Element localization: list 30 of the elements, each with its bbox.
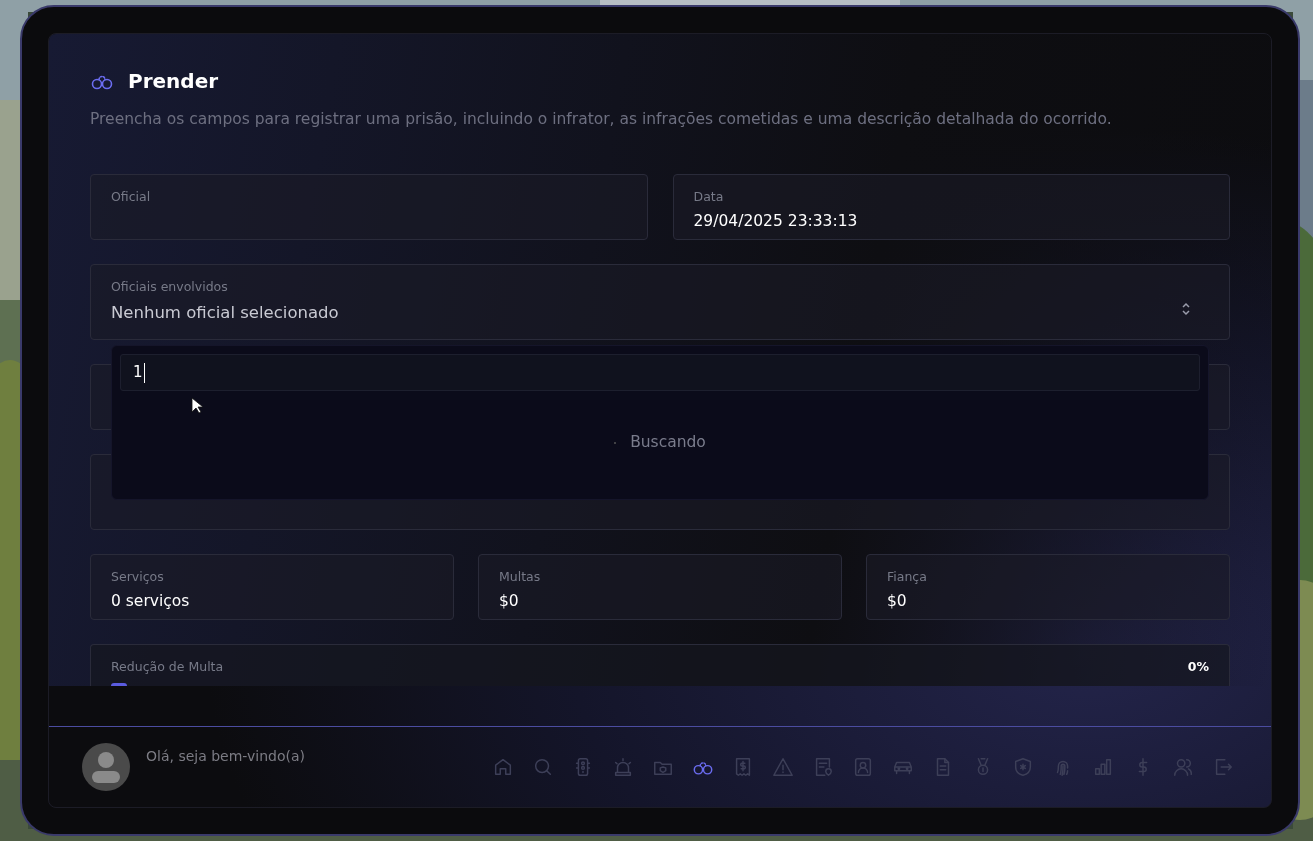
field-value: $0 — [499, 591, 520, 612]
field-label: Redução de Multa — [111, 658, 224, 677]
search-field[interactable]: 1 — [120, 354, 1200, 391]
input-field[interactable]: Multas $0 — [478, 554, 842, 621]
select-field[interactable]: Oficiais envolvidos Nenhum oficial selecionado — [90, 264, 1230, 341]
field-label: Serviços — [111, 568, 165, 587]
field-label: Fiança — [887, 568, 928, 587]
input-field[interactable]: Serviços 0 serviços — [90, 554, 454, 621]
input-field[interactable]: Fiança $0 — [866, 554, 1230, 621]
input-field[interactable]: Data 29/04/2025 23:33:13 — [672, 174, 1230, 241]
page-title: Prender — [128, 68, 219, 95]
field-value: $0 — [887, 591, 908, 612]
avatar-icon — [82, 743, 130, 792]
page-description: Preencha os campos para registrar uma prisão, incluindo o infrator, as infrações cometidas e uma descrição detalhada do ocorrido. — [90, 109, 1113, 130]
text-cursor — [143, 362, 145, 383]
greeting-text: Olá, seja bem-vindo(a) — [146, 747, 306, 767]
field-value: 0 serviços — [111, 591, 191, 612]
field-label: Oficiais envolvidos — [111, 278, 229, 297]
field-value: Nenhum oficial selecionado — [111, 302, 339, 324]
field-label: Oficial — [111, 188, 152, 207]
search-value: 1 — [133, 362, 143, 384]
field-label: Data — [693, 188, 725, 207]
slider-thumb[interactable] — [111, 683, 127, 687]
status-text: Buscando — [630, 432, 706, 453]
field-label: Multas — [499, 568, 542, 587]
cursor-icon — [191, 397, 203, 414]
input-field[interactable]: Oficial — [90, 174, 648, 241]
chevron-icon — [1181, 302, 1191, 317]
slider-reading: 0% — [1187, 658, 1209, 677]
field-value: 29/04/2025 23:33:13 — [693, 211, 859, 232]
